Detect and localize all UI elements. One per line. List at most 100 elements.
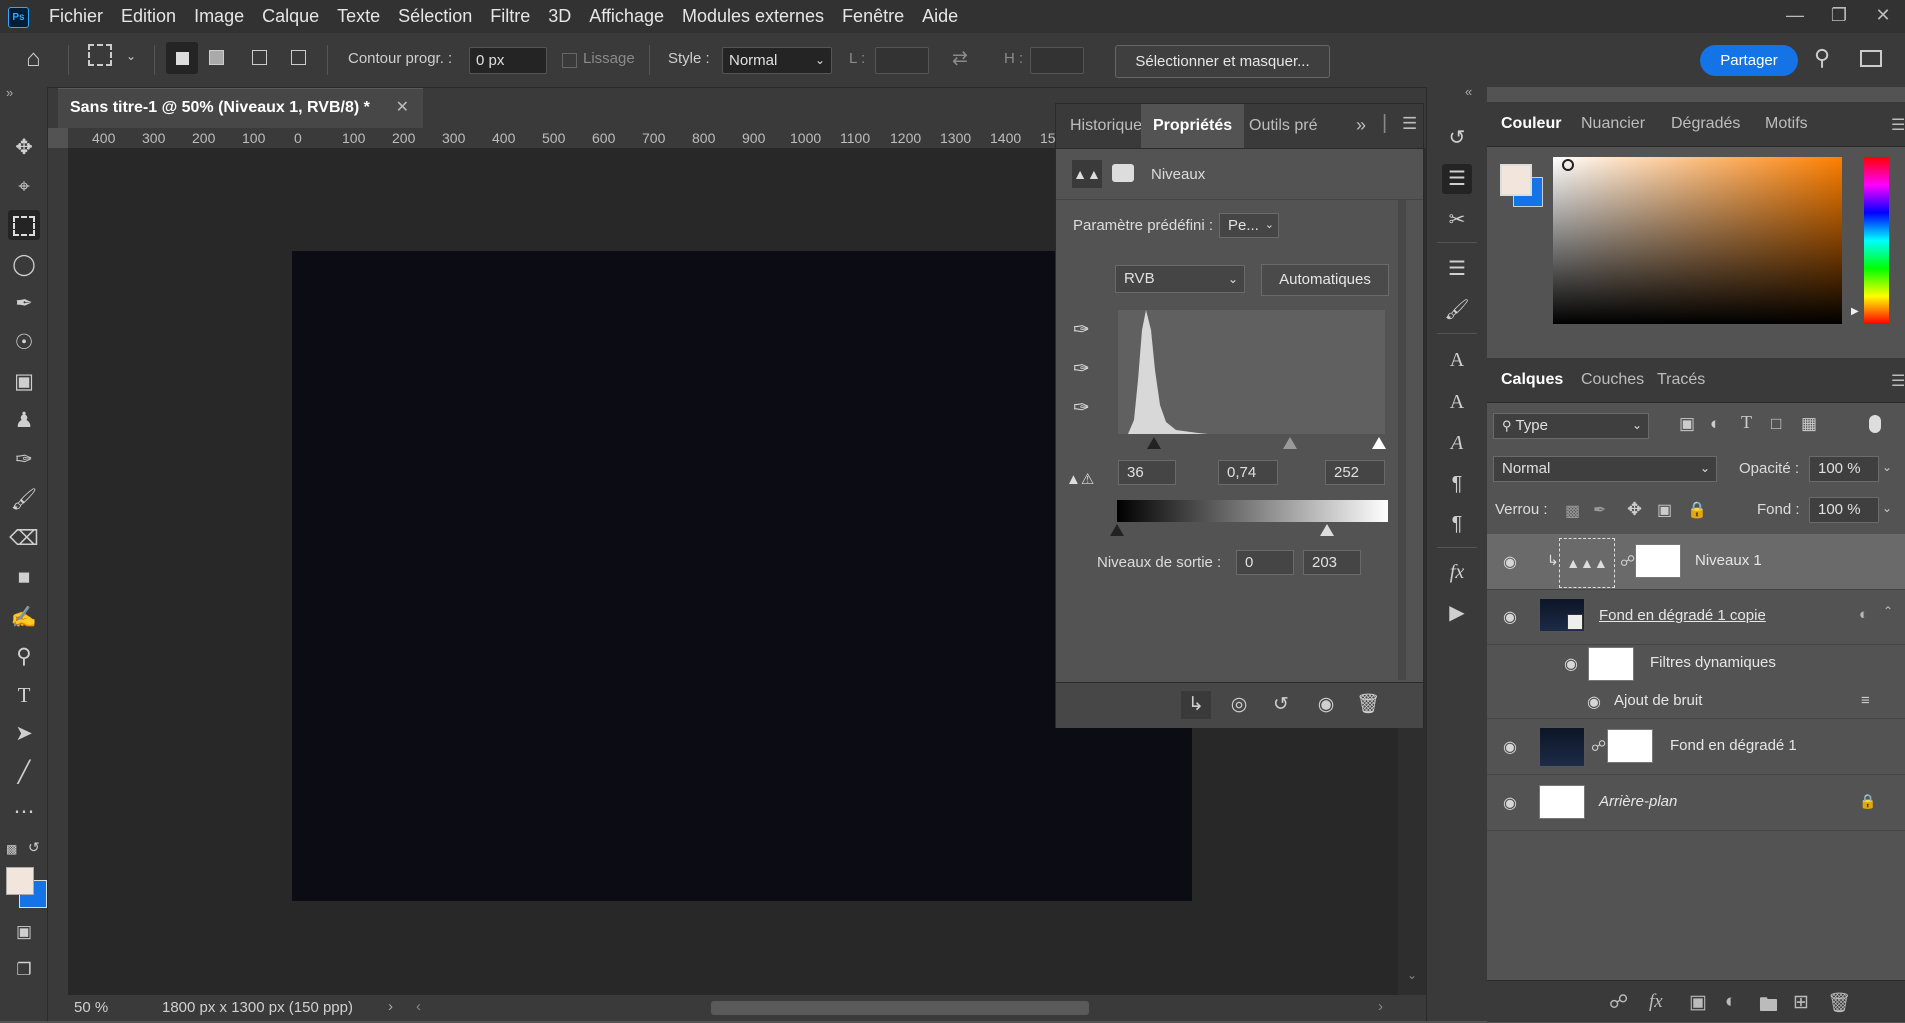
screen-mode-icon[interactable]: ❐	[8, 955, 40, 985]
filter-text-icon[interactable]: T	[1741, 412, 1752, 433]
close-window-icon[interactable]: ✕	[1861, 0, 1905, 30]
chevron-down-icon[interactable]: ⌄	[126, 49, 136, 63]
mask-icon[interactable]	[1112, 164, 1134, 182]
link-layers-icon[interactable]: ☍	[1609, 991, 1628, 1014]
visibility-eye-icon[interactable]: ◉	[1503, 737, 1517, 757]
character-panel-icon[interactable]: A	[1442, 345, 1472, 375]
output-black-slider[interactable]	[1110, 524, 1124, 536]
white-eyedropper-icon[interactable]: ✑	[1073, 395, 1090, 420]
color-foreground-swatch[interactable]	[1500, 164, 1532, 196]
tab-proprietes[interactable]: Propriétés	[1141, 104, 1245, 148]
layer-name[interactable]: Fond en dégradé 1	[1670, 737, 1797, 754]
home-icon[interactable]: ⌂	[26, 45, 41, 73]
levels-adjustment-icon[interactable]: ▲▲	[1072, 160, 1102, 188]
opacity-input[interactable]: 100 %	[1809, 456, 1879, 482]
clip-to-layer-icon[interactable]: ↳	[1181, 691, 1211, 719]
hue-slider-handle[interactable]: ▶	[1851, 306, 1859, 317]
preset-select[interactable]: Pe... ⌄	[1219, 213, 1279, 238]
view-previous-state-icon[interactable]: ◎	[1224, 691, 1254, 719]
collapse-panel-icon[interactable]: »	[1356, 115, 1366, 136]
width-input[interactable]	[875, 47, 929, 74]
search-icon[interactable]: ⚲	[1814, 45, 1830, 71]
input-white-slider[interactable]	[1372, 437, 1386, 449]
scroll-right-icon[interactable]: ›	[1378, 998, 1383, 1015]
delete-adjustment-icon[interactable]: 🗑	[1353, 691, 1383, 719]
filter-toggle[interactable]	[1869, 415, 1881, 433]
feather-input[interactable]: 0 px	[469, 47, 547, 74]
panel-menu-icon[interactable]: ☰	[1402, 114, 1417, 134]
expand-panels-icon[interactable]: «	[1465, 84, 1472, 99]
add-mask-icon[interactable]: ▣	[1689, 991, 1707, 1014]
scroll-down-icon[interactable]: ⌄	[1407, 968, 1417, 982]
filter-smart-object-icon[interactable]: ▦	[1801, 414, 1817, 434]
visibility-eye-icon[interactable]: ◉	[1503, 552, 1517, 572]
layer-name[interactable]: Arrière-plan	[1599, 793, 1677, 810]
lock-all-icon[interactable]: 🔒	[1687, 500, 1707, 520]
properties-panel-icon[interactable]: ☰	[1442, 164, 1472, 194]
filter-shape-icon[interactable]: □	[1771, 414, 1781, 434]
layer-name[interactable]: Fond en dégradé 1 copie	[1599, 607, 1766, 624]
properties-scrollbar[interactable]	[1398, 200, 1406, 680]
input-black-slider[interactable]	[1147, 437, 1161, 449]
menu-calque[interactable]: Calque	[253, 0, 328, 33]
input-white-field[interactable]: 252	[1325, 460, 1385, 485]
tab-motifs[interactable]: Motifs	[1765, 115, 1808, 133]
layers-panel-menu-icon[interactable]: ☰	[1891, 371, 1905, 391]
crop-tool-icon[interactable]: ⌖	[8, 172, 40, 202]
clipping-warning-icon[interactable]: ▲⚠	[1066, 470, 1094, 488]
character-styles-icon[interactable]: A	[1442, 387, 1472, 417]
link-icon[interactable]: ☍	[1620, 552, 1635, 570]
scroll-left-icon[interactable]: ‹	[416, 998, 421, 1015]
tab-couleur[interactable]: Couleur	[1501, 115, 1561, 133]
new-adjustment-icon[interactable]: ◐	[1725, 991, 1736, 1013]
layer-thumbnail[interactable]	[1539, 598, 1585, 632]
intersect-selection-icon[interactable]	[291, 50, 306, 65]
layer-row-niveaux-1[interactable]: ◉ ↳ ▲▲▲ ☍ Niveaux 1	[1487, 534, 1905, 590]
layer-mask-thumbnail[interactable]	[1635, 544, 1681, 578]
auto-button[interactable]: Automatiques	[1261, 264, 1389, 296]
input-black-field[interactable]: 36	[1118, 460, 1176, 485]
hue-slider[interactable]	[1864, 157, 1889, 324]
menu-fichier[interactable]: Fichier	[40, 0, 112, 33]
filter-pixel-icon[interactable]: ▣	[1679, 414, 1695, 434]
gradient-tool-icon[interactable]: ■	[8, 563, 40, 593]
expand-toolbar-icon[interactable]: »	[6, 85, 13, 100]
actions-panel-icon[interactable]: ▶	[1442, 598, 1472, 628]
glyphs-icon[interactable]: A	[1442, 428, 1472, 458]
add-selection-icon[interactable]	[209, 50, 224, 65]
document-tab[interactable]: Sans titre-1 @ 50% (Niveaux 1, RVB/8) * …	[58, 88, 423, 128]
layer-row-fond-degrade-copie[interactable]: ◉ Fond en dégradé 1 copie ◐ ⌃	[1487, 590, 1905, 645]
share-button[interactable]: Partager	[1700, 45, 1798, 76]
lasso-tool-icon[interactable]: ◯	[8, 250, 40, 280]
reset-icon[interactable]: ↺	[1266, 691, 1296, 719]
lock-transparency-icon[interactable]: ▩	[1565, 501, 1580, 521]
filter-mask-thumbnail[interactable]	[1588, 647, 1634, 681]
smudge-tool-icon[interactable]: ✍	[8, 603, 40, 633]
gray-eyedropper-icon[interactable]: ✑	[1073, 356, 1090, 381]
style-select[interactable]: Normal ⌄	[722, 47, 832, 74]
filter-options-icon[interactable]: ≡	[1861, 692, 1870, 709]
status-menu-icon[interactable]: ›	[388, 998, 393, 1015]
tab-historique[interactable]: Historique	[1070, 117, 1142, 135]
text-tool-icon[interactable]: T	[8, 680, 40, 710]
menu-image[interactable]: Image	[185, 0, 253, 33]
lock-position-icon[interactable]: ✥	[1627, 499, 1642, 520]
swap-colors-icon[interactable]: ↺	[28, 839, 40, 856]
new-group-icon[interactable]: 🖿	[1759, 991, 1778, 1023]
stamp-tool-icon[interactable]: ♟	[8, 406, 40, 436]
swap-icon[interactable]: ⇄	[952, 47, 968, 70]
frame-tool-icon[interactable]: ▣	[8, 367, 40, 397]
restore-icon[interactable]: ❐	[1817, 0, 1861, 30]
tab-nuancier[interactable]: Nuancier	[1581, 115, 1645, 133]
menu-fenetre[interactable]: Fenêtre	[833, 0, 913, 33]
pen-tool-icon[interactable]: ✒	[8, 289, 40, 319]
input-gamma-field[interactable]: 0,74	[1218, 460, 1278, 485]
collapse-filters-icon[interactable]: ⌃	[1883, 604, 1893, 618]
default-colors-icon[interactable]: ▩	[6, 842, 17, 856]
visibility-eye-icon[interactable]: ◉	[1587, 692, 1601, 712]
tab-outils-predefinis[interactable]: Outils pré	[1249, 117, 1317, 135]
styles-panel-icon[interactable]: fx	[1442, 557, 1472, 587]
color-picker-cursor[interactable]	[1562, 159, 1574, 171]
brushes-icon[interactable]: 🖌	[1442, 295, 1472, 325]
visibility-eye-icon[interactable]: ◉	[1503, 607, 1517, 627]
